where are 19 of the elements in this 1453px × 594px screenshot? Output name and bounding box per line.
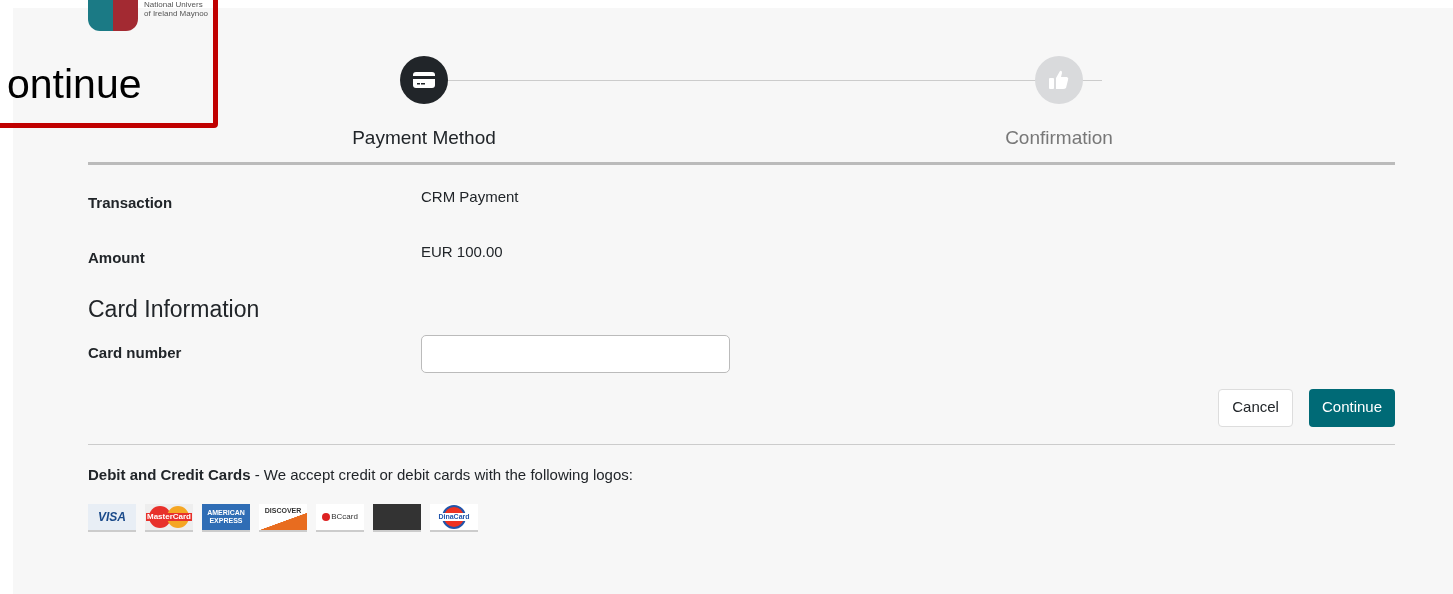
- mastercard-logo: MasterCard: [145, 504, 193, 532]
- card-number-field[interactable]: [421, 334, 730, 373]
- bccard-logo: BCcard: [316, 504, 364, 532]
- detail-label: Transaction: [88, 193, 174, 213]
- cancel-button[interactable]: Cancel: [1218, 388, 1293, 427]
- step-label: Confirmation: [1005, 126, 1113, 150]
- section-heading: Card Information: [88, 295, 260, 324]
- university-name-text: National Univers: [144, 0, 204, 9]
- detail-value: CRM Payment: [421, 187, 519, 207]
- field-label: Card number: [88, 343, 183, 364]
- detail-value: EUR 100.00: [421, 242, 503, 262]
- university-name-text: of Ireland Maynoo: [144, 9, 209, 18]
- callout-text: ontinue: [7, 60, 142, 109]
- visa-logo: VISA: [88, 504, 136, 532]
- step-label: Payment Method: [352, 126, 496, 150]
- continue-button[interactable]: Continue: [1308, 388, 1395, 427]
- accepted-cards-text: Debit and Credit Cards - We accept credit or debit cards with the following logos:: [88, 464, 633, 485]
- university-crest-icon: [88, 0, 138, 31]
- detail-label: Amount: [88, 248, 146, 268]
